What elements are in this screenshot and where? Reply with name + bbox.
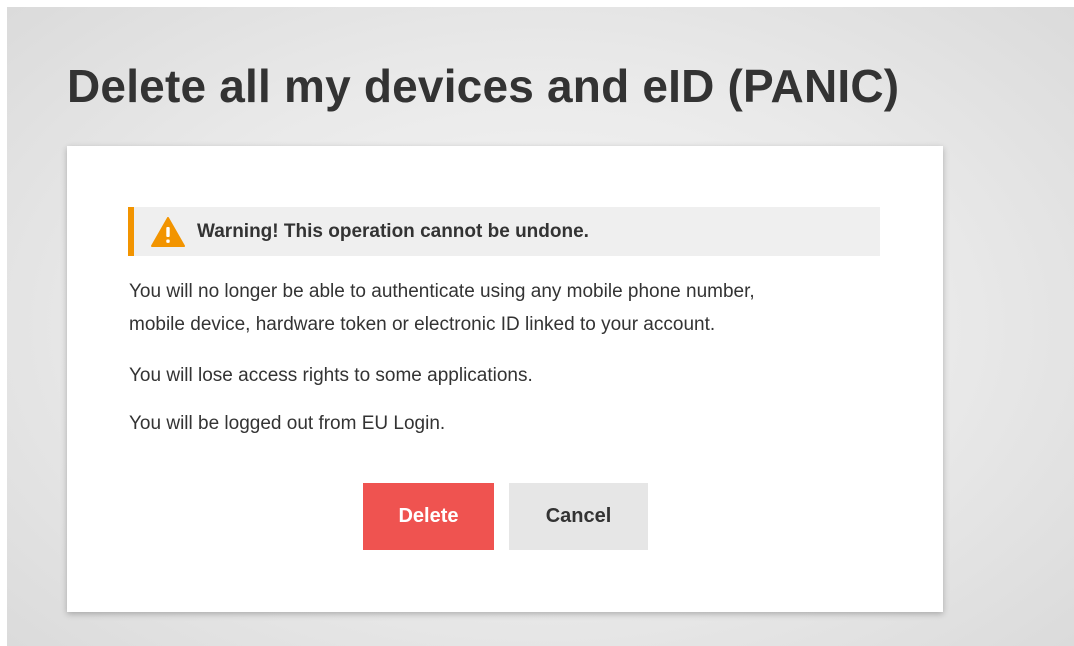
page-title: Delete all my devices and eID (PANIC)	[67, 60, 900, 112]
logout-message: You will be logged out from EU Login.	[129, 413, 446, 434]
authentication-message-line-1: You will no longer be able to authentica…	[129, 281, 755, 302]
warning-banner: Warning! This operation cannot be undone…	[128, 207, 880, 256]
access-rights-message: You will lose access rights to some appl…	[129, 365, 533, 386]
delete-button[interactable]: Delete	[363, 483, 494, 550]
authentication-message-line-2: mobile device, hardware token or electro…	[129, 314, 716, 335]
page-background: Delete all my devices and eID (PANIC) Wa…	[7, 7, 1074, 646]
confirmation-card: Warning! This operation cannot be undone…	[67, 146, 943, 612]
warning-text: Warning! This operation cannot be undone…	[197, 220, 589, 242]
cancel-button[interactable]: Cancel	[509, 483, 648, 550]
authentication-message: You will no longer be able to authentica…	[129, 275, 755, 341]
warning-triangle-icon	[151, 216, 185, 247]
